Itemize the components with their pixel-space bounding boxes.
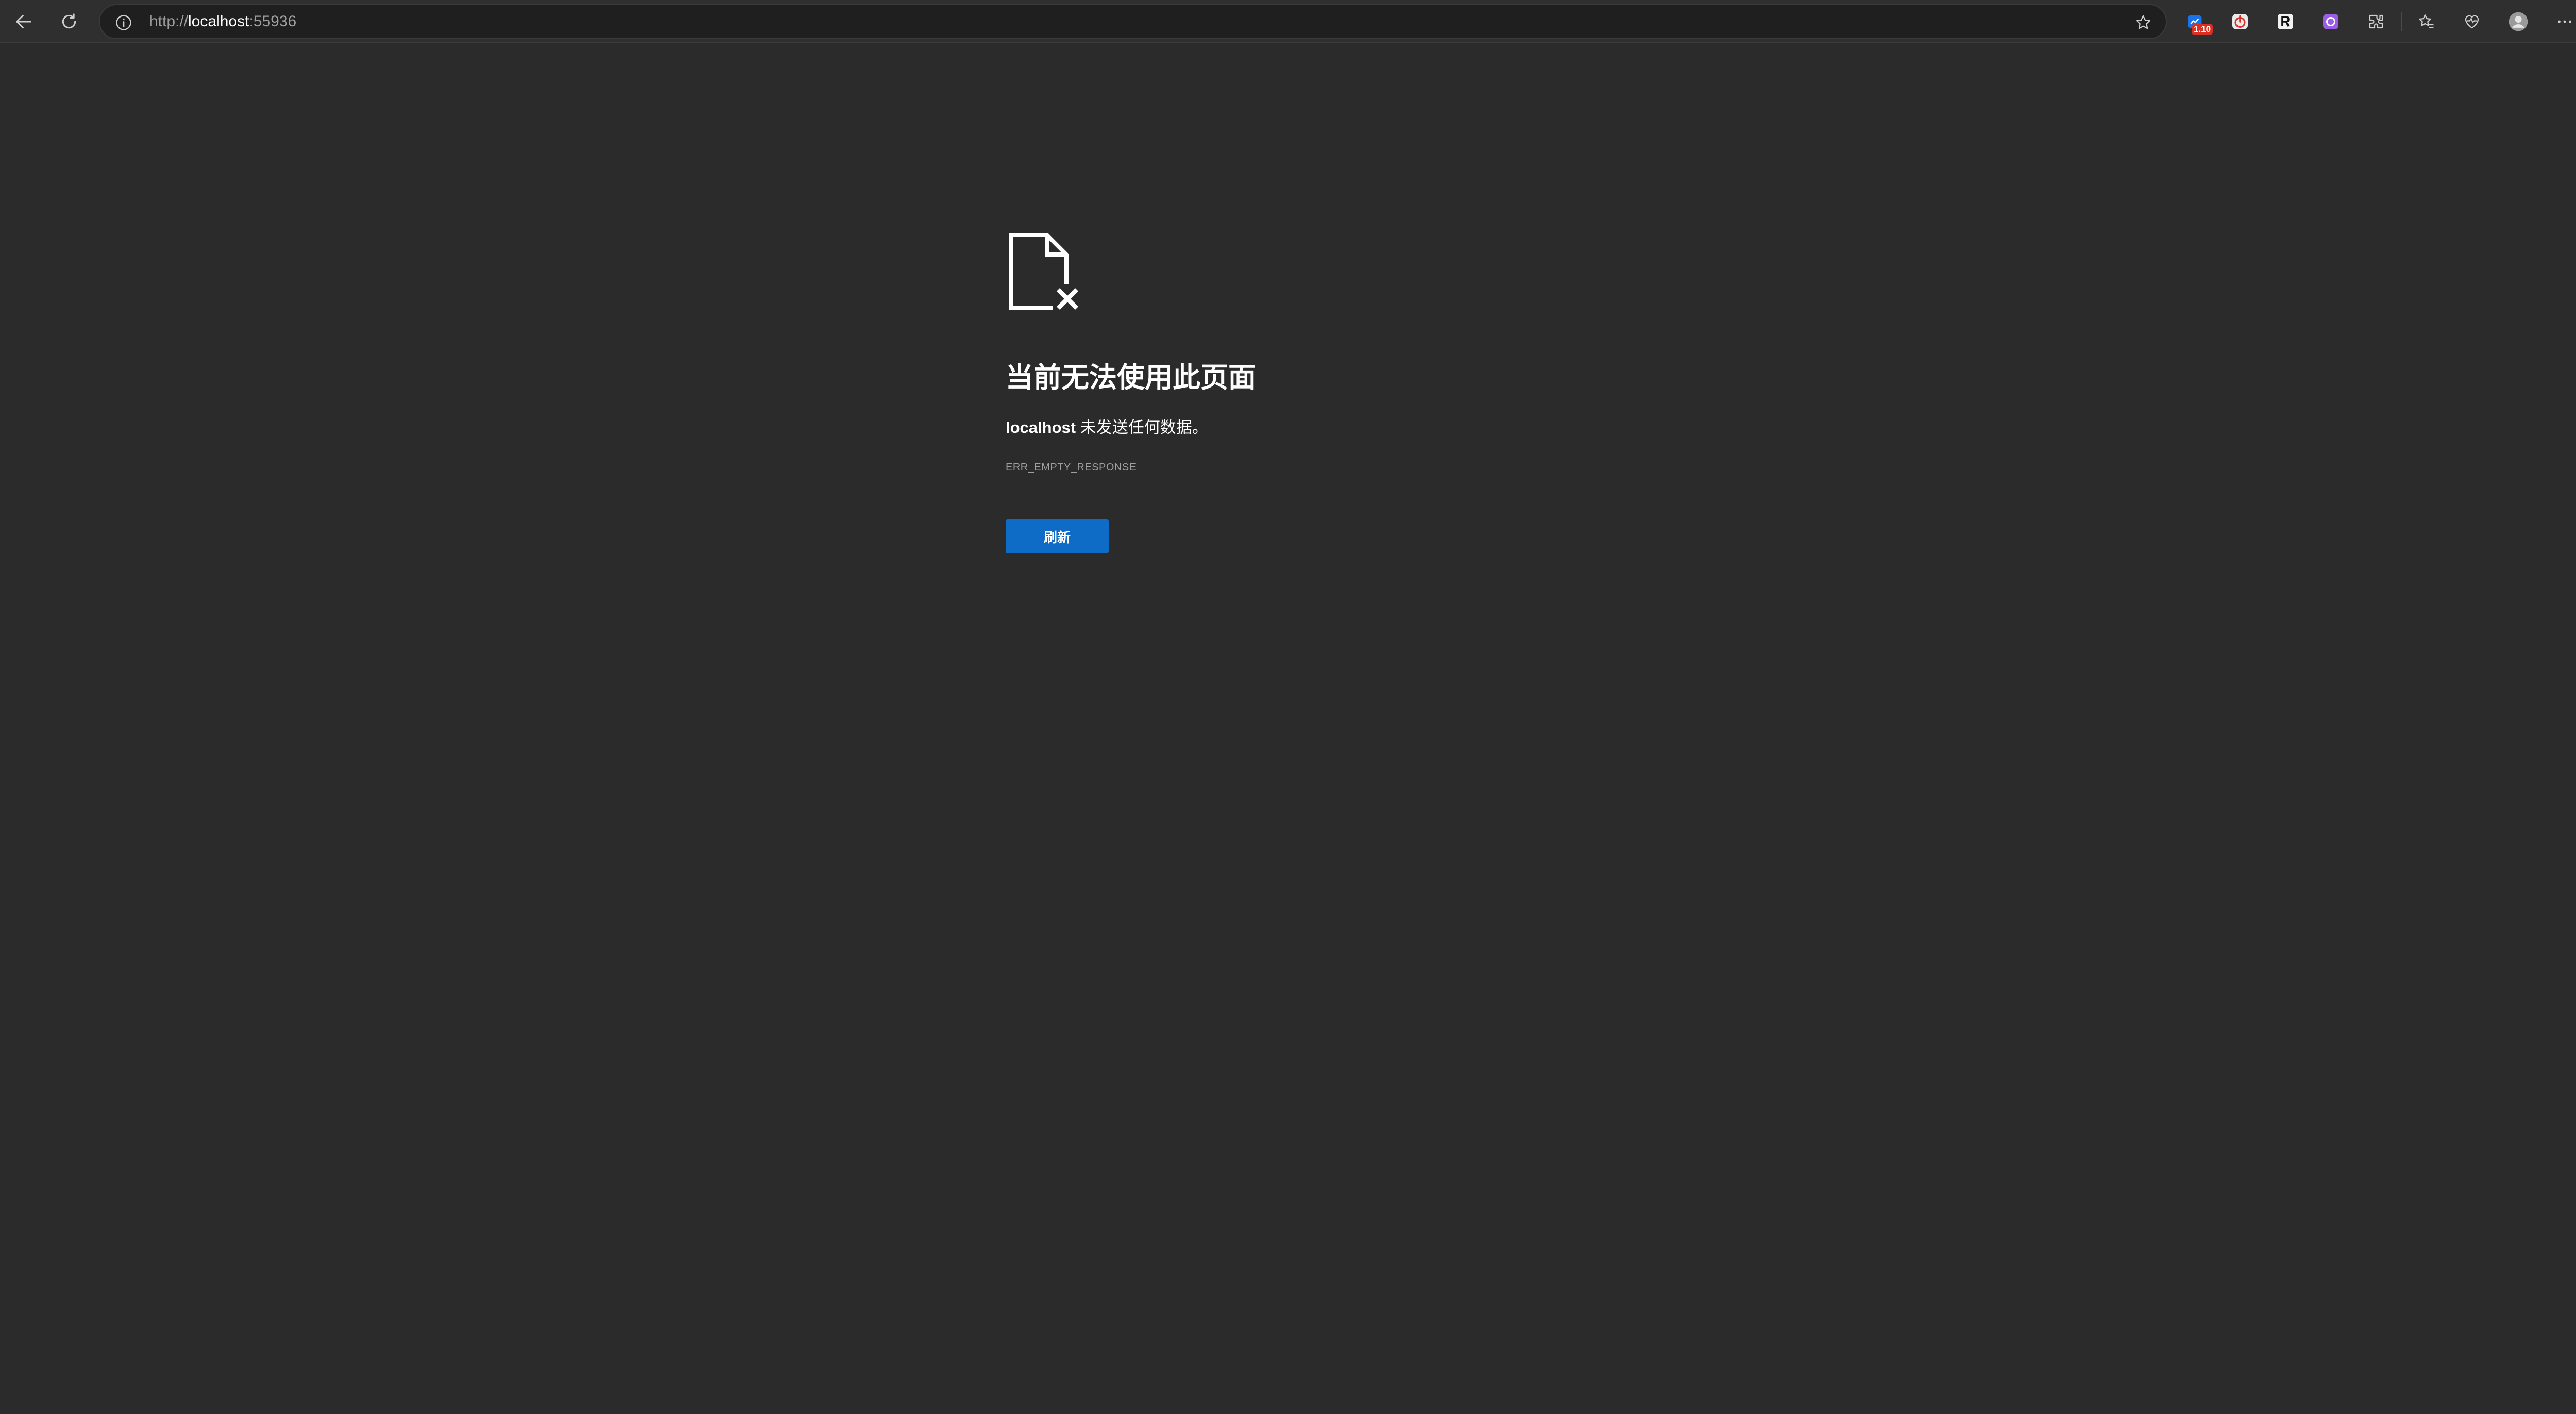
puzzle-icon — [2369, 14, 2383, 29]
error-code: ERR_EMPTY_RESPONSE — [1006, 462, 1137, 473]
url-host: localhost — [188, 13, 249, 30]
extension-r-button[interactable] — [2274, 10, 2297, 33]
extension-power-button[interactable] — [2229, 10, 2251, 33]
reload-toolbar-button[interactable] — [55, 7, 83, 36]
url-scheme: http:// — [149, 13, 189, 30]
purple-extension-icon — [2323, 14, 2338, 29]
browser-toolbar: http://localhost:55936 1.10 — [0, 0, 2576, 43]
error-host: localhost — [1006, 418, 1076, 436]
extension-badge: 1.10 — [2192, 24, 2213, 35]
favorites-icon — [2419, 14, 2434, 28]
error-message: 未发送任何数据。 — [1076, 418, 1208, 436]
broken-file-icon — [1009, 233, 1082, 311]
reload-button[interactable]: 刷新 — [1006, 519, 1109, 553]
favorite-star-icon[interactable] — [2133, 12, 2154, 33]
browser-essentials-button[interactable] — [2461, 10, 2483, 33]
reload-icon — [62, 13, 76, 29]
extensions-button[interactable] — [2365, 10, 2387, 33]
error-description: localhost 未发送任何数据。 — [1006, 414, 1208, 437]
error-title: 当前无法使用此页面 — [1006, 362, 1256, 393]
address-url[interactable]: http://localhost:55936 — [149, 5, 296, 38]
address-bar[interactable]: http://localhost:55936 — [99, 4, 2167, 39]
favorites-button[interactable] — [2415, 10, 2438, 33]
profile-button[interactable] — [2507, 10, 2530, 33]
letter-r-icon — [2278, 14, 2293, 29]
more-menu-button[interactable] — [2553, 10, 2576, 33]
extension-stats-button[interactable]: 1.10 — [2183, 10, 2213, 35]
extension-purple-button[interactable] — [2319, 10, 2342, 33]
profile-avatar-icon — [2509, 12, 2528, 31]
more-menu-icon — [2558, 20, 2571, 23]
back-arrow-icon — [16, 14, 31, 29]
url-port: :55936 — [249, 13, 297, 30]
site-info-icon[interactable] — [113, 12, 134, 33]
power-icon — [2232, 14, 2248, 29]
toolbar-divider — [2401, 12, 2402, 31]
browser-essentials-icon — [2465, 15, 2479, 29]
back-button[interactable] — [9, 7, 38, 36]
